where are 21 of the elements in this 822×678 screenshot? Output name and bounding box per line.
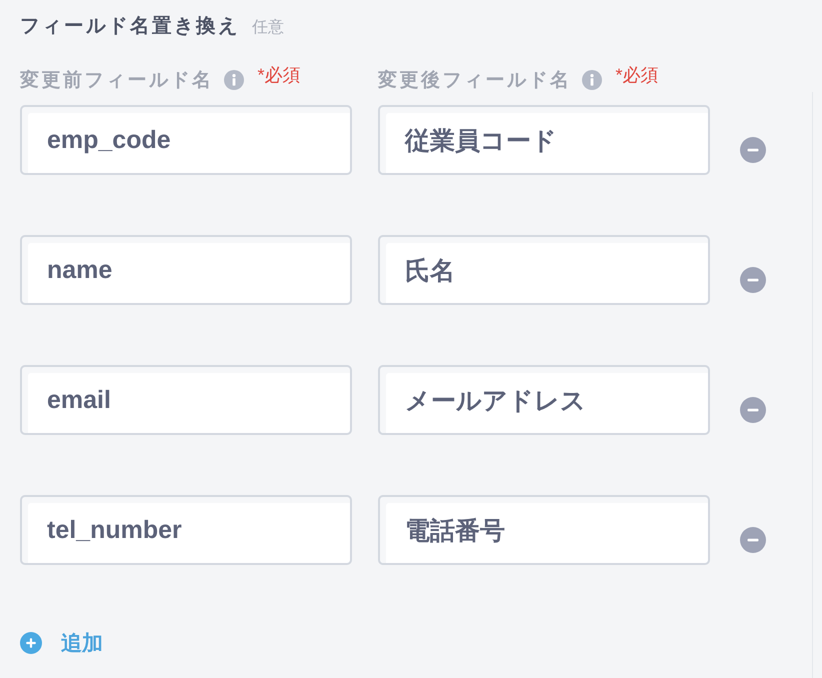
- section-title: フィールド名置き換え: [20, 14, 240, 39]
- input-field[interactable]: email: [20, 365, 352, 435]
- input-field[interactable]: emp_code: [20, 105, 352, 175]
- plus-icon: [20, 632, 42, 654]
- required-mark: *必須: [258, 64, 301, 87]
- column-label: 変更前フィールド名: [20, 68, 214, 93]
- remove-icon[interactable]: [740, 397, 766, 423]
- column-label: 変更後フィールド名: [378, 68, 572, 93]
- input-field[interactable]: 従業員コード: [378, 105, 710, 175]
- input-field[interactable]: tel_number: [20, 495, 352, 565]
- remove-icon[interactable]: [740, 527, 766, 553]
- input-field[interactable]: メールアドレス: [378, 365, 710, 435]
- input-field[interactable]: 電話番号: [378, 495, 710, 565]
- input-field[interactable]: 氏名: [378, 235, 710, 305]
- info-icon: [582, 70, 602, 90]
- remove-icon[interactable]: [740, 137, 766, 163]
- required-mark: *必須: [616, 64, 659, 87]
- optional-tag: 任意: [252, 17, 284, 38]
- input-field[interactable]: name: [20, 235, 352, 305]
- info-icon: [224, 70, 244, 90]
- remove-icon[interactable]: [740, 267, 766, 293]
